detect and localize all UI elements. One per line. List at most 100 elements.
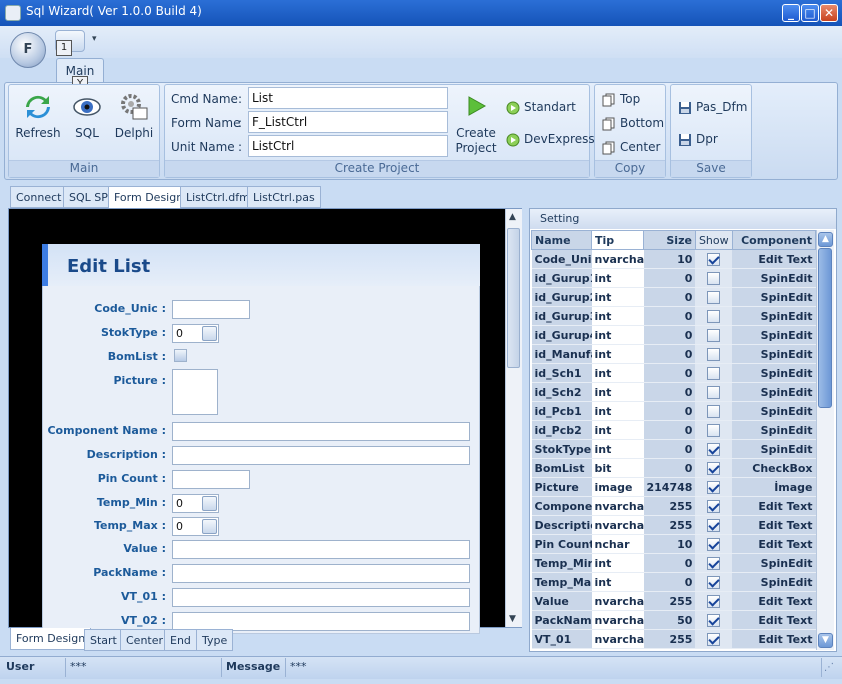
table-row[interactable]: id_Sch2 int 0 SpinEdit [531, 382, 816, 402]
table-row[interactable]: StokType int 0 SpinEdit [531, 439, 816, 459]
show-checkbox-cell[interactable] [695, 363, 733, 383]
tab-end[interactable]: End [164, 629, 197, 651]
checkbox[interactable] [707, 537, 721, 551]
table-row[interactable]: Pin Count nchar 10 Edit Text [531, 534, 816, 554]
checkbox[interactable] [707, 499, 721, 513]
field-input[interactable] [172, 422, 470, 441]
scroll-down-icon[interactable]: ▼ [818, 633, 833, 648]
field-input[interactable] [172, 564, 470, 583]
column-header-size[interactable]: Size [643, 230, 696, 250]
tab-type[interactable]: Type [196, 629, 234, 651]
delphi-button[interactable]: Delphi [112, 92, 156, 140]
show-checkbox-cell[interactable] [695, 287, 733, 307]
app-icon[interactable] [5, 5, 21, 21]
spin-arrows-icon[interactable] [202, 519, 217, 534]
checkbox[interactable] [707, 613, 721, 627]
show-checkbox-cell[interactable] [695, 268, 733, 288]
checkbox[interactable] [707, 366, 721, 380]
table-row[interactable]: PackNamenvarchar50 Edit Text [531, 610, 816, 630]
tab-listctrl-dfm[interactable]: ListCtrl.dfm [180, 186, 256, 208]
table-row[interactable]: Componernvarchar255 Edit Text [531, 496, 816, 516]
table-row[interactable]: id_Gurup2 int 0 SpinEdit [531, 287, 816, 307]
tab-listctrl-pas[interactable]: ListCtrl.pas [247, 186, 321, 208]
table-row[interactable]: Descriptionvarchar255 Edit Text [531, 515, 816, 535]
checkbox[interactable] [707, 518, 721, 532]
table-row[interactable]: Temp_Min int 0 SpinEdit [531, 553, 816, 573]
show-checkbox-cell[interactable] [695, 477, 733, 497]
field-spin-edit[interactable]: 0 [172, 494, 219, 513]
spin-arrows-icon[interactable] [202, 326, 217, 341]
field-input[interactable] [172, 446, 470, 465]
devexpress-button[interactable]: DevExpress [506, 132, 595, 147]
checkbox[interactable] [707, 290, 721, 304]
checkbox[interactable] [707, 328, 721, 342]
show-checkbox-cell[interactable] [695, 458, 733, 478]
field-input[interactable] [172, 588, 470, 607]
minimize-button[interactable]: _ [782, 4, 800, 22]
show-checkbox-cell[interactable] [695, 534, 733, 554]
scroll-up-icon[interactable]: ▲ [509, 212, 516, 222]
copy-bottom-button[interactable]: Bottom [602, 116, 664, 131]
show-checkbox-cell[interactable] [695, 382, 733, 402]
show-checkbox-cell[interactable] [695, 591, 733, 611]
show-checkbox-cell[interactable] [695, 553, 733, 573]
show-checkbox-cell[interactable] [695, 572, 733, 592]
checkbox[interactable] [707, 575, 721, 589]
show-checkbox-cell[interactable] [695, 420, 733, 440]
table-row[interactable]: id_Pcb1 int 0 SpinEdit [531, 401, 816, 421]
tab-form-design-bottom[interactable]: Form Design [10, 628, 92, 650]
field-checkbox[interactable] [174, 349, 187, 362]
column-header-tip[interactable]: Tip [591, 230, 644, 250]
checkbox[interactable] [707, 347, 721, 361]
close-button[interactable]: ✕ [820, 4, 838, 22]
show-checkbox-cell[interactable] [695, 306, 733, 326]
maximize-button[interactable]: □ [801, 4, 819, 22]
table-row[interactable]: id_Manufaint0 SpinEdit [531, 344, 816, 364]
checkbox[interactable] [707, 632, 721, 646]
show-checkbox-cell[interactable] [695, 439, 733, 459]
table-row[interactable]: id_Gurup4 int 0 SpinEdit [531, 325, 816, 345]
checkbox[interactable] [707, 594, 721, 608]
tab-form-design[interactable]: Form Design [108, 186, 190, 209]
show-checkbox-cell[interactable] [695, 401, 733, 421]
spin-arrows-icon[interactable] [202, 496, 217, 511]
show-checkbox-cell[interactable] [695, 496, 733, 516]
checkbox[interactable] [707, 480, 721, 494]
checkbox[interactable] [707, 271, 721, 285]
refresh-button[interactable]: Refresh [14, 92, 62, 140]
table-row[interactable]: id_Sch1 int 0 SpinEdit [531, 363, 816, 383]
save-dpr-button[interactable]: Dpr [678, 132, 718, 147]
checkbox[interactable] [707, 252, 721, 266]
show-checkbox-cell[interactable] [695, 629, 733, 649]
show-checkbox-cell[interactable] [695, 325, 733, 345]
checkbox[interactable] [707, 556, 721, 570]
table-row[interactable]: id_Pcb2 int 0 SpinEdit [531, 420, 816, 440]
column-header-component[interactable]: Component [731, 230, 816, 250]
table-row[interactable]: Valuenvarchar255 Edit Text [531, 591, 816, 611]
column-header-name[interactable]: Name [531, 230, 592, 250]
field-image[interactable] [172, 369, 218, 415]
show-checkbox-cell[interactable] [695, 610, 733, 630]
create-project-button[interactable]: Create Project [454, 94, 498, 156]
size-grip-icon[interactable]: ⋰ [824, 662, 834, 673]
checkbox[interactable] [707, 461, 721, 475]
field-input[interactable] [172, 540, 470, 559]
application-menu-button[interactable]: F [10, 32, 46, 68]
table-row[interactable]: id_Gurup1 int 0 SpinEdit [531, 268, 816, 288]
checkbox[interactable] [707, 404, 721, 418]
field-spin-edit[interactable]: 0 [172, 517, 219, 536]
scroll-down-icon[interactable]: ▼ [509, 614, 516, 624]
table-row[interactable]: id_Gurup3 int 0 SpinEdit [531, 306, 816, 326]
scroll-up-icon[interactable]: ▲ [818, 232, 833, 247]
sql-button[interactable]: SQL [66, 92, 108, 140]
field-input[interactable] [172, 300, 250, 319]
show-checkbox-cell[interactable] [695, 515, 733, 535]
checkbox[interactable] [707, 385, 721, 399]
settings-grid[interactable]: NameTipSizeShowComponent Code_Unicnvarch… [531, 230, 816, 650]
customize-qat-dropdown[interactable]: ▾ [92, 34, 97, 44]
table-row[interactable]: Temp_Ma int 0 SpinEdit [531, 572, 816, 592]
table-row[interactable]: BomList bit 0 CheckBox [531, 458, 816, 478]
show-checkbox-cell[interactable] [695, 249, 733, 269]
column-header-show[interactable]: Show [694, 230, 733, 250]
checkbox[interactable] [707, 309, 721, 323]
